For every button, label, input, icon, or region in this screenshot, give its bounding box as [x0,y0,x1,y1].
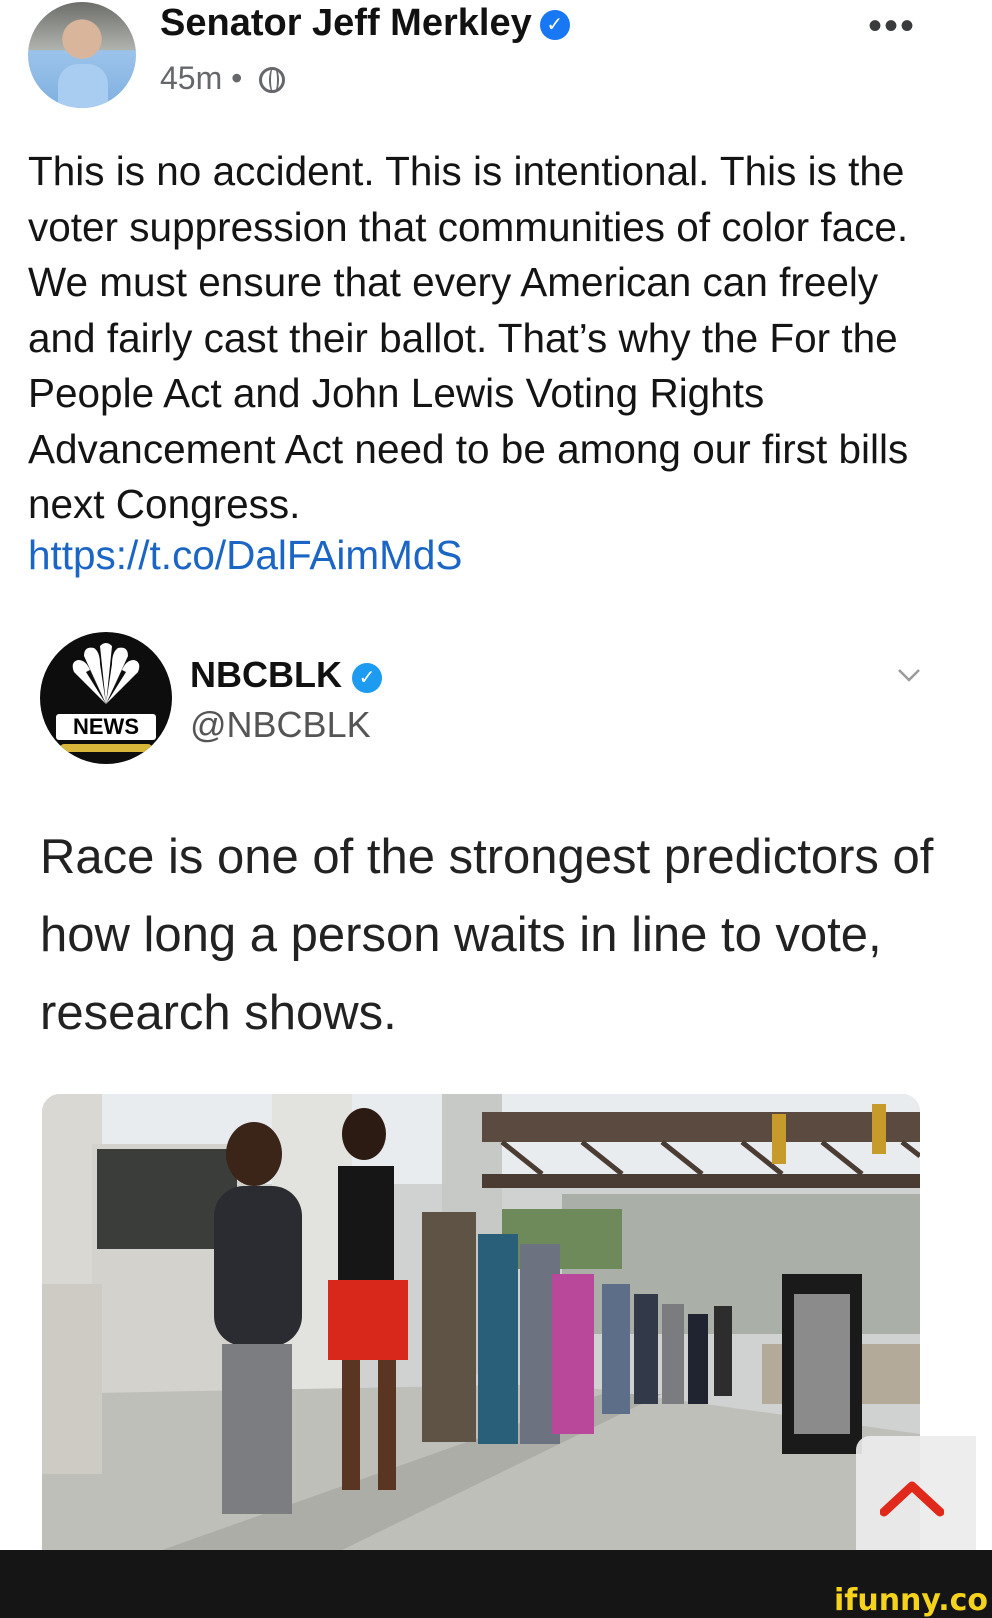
kiosk [782,1274,862,1454]
author-name-text[interactable]: Senator Jeff Merkley [160,2,532,44]
source-handle[interactable]: @NBCBLK [190,704,371,746]
author-avatar[interactable] [28,2,136,108]
chevron-up-icon [880,1481,944,1517]
author-name[interactable]: Senator Jeff Merkley ✓ [160,2,570,45]
meta-separator: • [231,60,243,96]
chevron-down-icon[interactable] [896,662,922,688]
scroll-to-top-button[interactable] [856,1436,976,1550]
verified-badge-icon: ✓ [539,10,570,40]
post-link[interactable]: https://t.co/DalFAimMdS [28,532,462,579]
footer-bar: ifunny.co [0,1550,992,1618]
voting-line-photo [42,1094,920,1550]
peacock-icon [72,643,140,704]
verified-badge-icon: ✓ [351,663,382,693]
tweet-text: Race is one of the strongest predictors … [40,830,934,1040]
more-icon[interactable]: ••• [868,4,916,49]
post-meta: 45m • [160,60,286,97]
globe-icon [259,67,286,93]
post-header: Senator Jeff Merkley ✓ 45m • ••• [0,0,992,120]
source-name[interactable]: NBCBLK ✓ [190,654,382,696]
nbc-news-logo[interactable]: NEWS [40,632,172,764]
tweet-photo[interactable] [42,1094,920,1550]
news-label: NEWS [56,714,156,740]
ifunny-watermark: ifunny.co [834,1583,988,1618]
post-body-text: This is no accident. This is intentional… [28,148,909,527]
post-timestamp[interactable]: 45m [160,60,222,96]
source-name-text[interactable]: NBCBLK [190,654,342,695]
